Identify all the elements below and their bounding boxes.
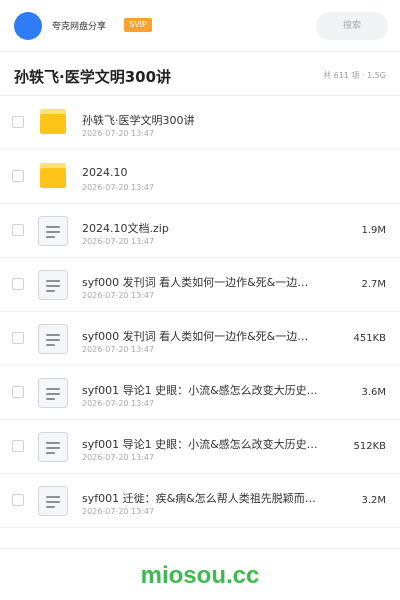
top-bar: 夸克网盘分享 SVIP 搜索	[0, 0, 400, 52]
row-checkbox[interactable]	[12, 386, 24, 398]
file-name: 2024.10文档.zip	[82, 222, 169, 235]
file-row[interactable]: syf001 导论1 史眼：小流&感怎么改变大历史… 2026-07-20 13…	[0, 420, 400, 474]
file-row[interactable]: syf001 迁徙：疾&病&怎么帮人类祖先脱颖而出… 2026-07-20 13…	[0, 474, 400, 528]
brand-name: 夸克网盘分享	[52, 22, 107, 32]
svip-badge: SVIP	[124, 18, 152, 32]
file-name: syf000 发刊词 看人类如何一边作&死&一边自…	[82, 330, 318, 343]
file-date: 2026-07-20 13:47	[82, 345, 155, 354]
search-input[interactable]: 搜索	[316, 12, 388, 40]
file-date: 2026-07-20 13:47	[82, 399, 155, 408]
document-icon	[38, 486, 68, 516]
footer-divider	[0, 548, 400, 549]
file-name: syf001 导论1 史眼：小流&感怎么改变大历史…	[82, 384, 318, 397]
file-name: syf001 迁徙：疾&病&怎么帮人类祖先脱颖而出…	[82, 492, 318, 505]
file-row[interactable]: syf000 发刊词 看人类如何一边作&死&一边自… 2026-07-20 13…	[0, 258, 400, 312]
row-checkbox[interactable]	[12, 170, 24, 182]
file-date: 2026-07-20 13:47	[82, 129, 155, 138]
file-date: 2026-07-20 13:47	[82, 507, 155, 516]
document-icon	[38, 432, 68, 462]
avatar[interactable]	[14, 12, 42, 40]
file-size: 512KB	[353, 441, 386, 452]
folder-header: 孙轶飞·医学文明300讲 共 611 项 · 1.5G	[0, 52, 400, 96]
row-checkbox[interactable]	[12, 116, 24, 128]
file-row[interactable]: 2024.10 2026-07-20 13:47	[0, 150, 400, 204]
file-name: syf001 导论1 史眼：小流&感怎么改变大历史…	[82, 438, 318, 451]
file-date: 2026-07-20 13:47	[82, 183, 155, 192]
row-checkbox[interactable]	[12, 494, 24, 506]
document-icon	[38, 378, 68, 408]
file-size: 3.6M	[361, 387, 386, 398]
file-size: 1.9M	[361, 225, 386, 236]
file-name: 2024.10	[82, 166, 128, 179]
row-checkbox[interactable]	[12, 224, 24, 236]
document-icon	[38, 216, 68, 246]
file-date: 2026-07-20 13:47	[82, 291, 155, 300]
file-row[interactable]: syf001 导论1 史眼：小流&感怎么改变大历史… 2026-07-20 13…	[0, 366, 400, 420]
row-checkbox[interactable]	[12, 332, 24, 344]
file-name: syf000 发刊词 看人类如何一边作&死&一边自…	[82, 276, 318, 289]
file-list: 孙轶飞·医学文明300讲 2026-07-20 13:47 2024.10 20…	[0, 96, 400, 528]
file-row[interactable]: 2024.10文档.zip 2026-07-20 13:47 1.9M	[0, 204, 400, 258]
file-row[interactable]: 孙轶飞·医学文明300讲 2026-07-20 13:47	[0, 96, 400, 150]
page-title: 孙轶飞·医学文明300讲	[14, 68, 172, 86]
file-date: 2026-07-20 13:47	[82, 453, 155, 462]
file-size: 3.2M	[361, 495, 386, 506]
row-checkbox[interactable]	[12, 278, 24, 290]
file-summary: 共 611 项 · 1.5G	[323, 71, 386, 80]
folder-icon	[38, 108, 68, 138]
document-icon	[38, 270, 68, 300]
file-row[interactable]: syf000 发刊词 看人类如何一边作&死&一边自… 2026-07-20 13…	[0, 312, 400, 366]
file-date: 2026-07-20 13:47	[82, 237, 155, 246]
document-icon	[38, 324, 68, 354]
file-size: 2.7M	[361, 279, 386, 290]
file-name: 孙轶飞·医学文明300讲	[82, 114, 195, 127]
file-size: 451KB	[353, 333, 386, 344]
folder-icon	[38, 162, 68, 192]
watermark: miosou.cc	[140, 562, 260, 589]
row-checkbox[interactable]	[12, 440, 24, 452]
